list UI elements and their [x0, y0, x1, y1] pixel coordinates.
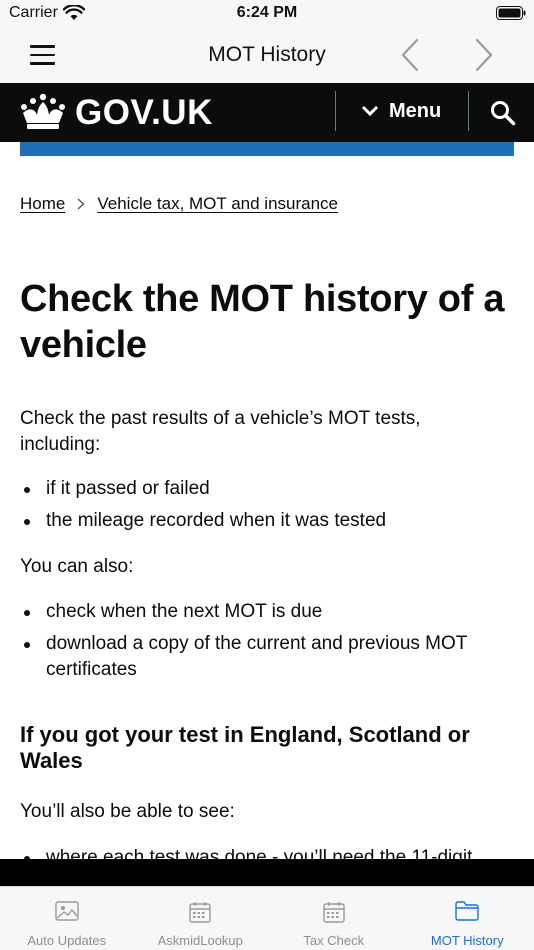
list-item: if it passed or failed — [20, 476, 500, 502]
list-item: download a copy of the current and previ… — [20, 631, 500, 683]
chevron-down-icon — [361, 105, 379, 117]
also-list: check when the next MOT is due download … — [20, 599, 500, 689]
tab-auto-updates[interactable]: Auto Updates — [0, 887, 134, 950]
app-nav-bar: MOT History — [0, 28, 534, 83]
results-list: if it passed or failed the mileage recor… — [20, 476, 500, 540]
tab-label: Auto Updates — [27, 933, 107, 948]
nav-title: MOT History — [208, 43, 326, 66]
breadcrumb-section-link[interactable]: Vehicle tax, MOT and insurance — [97, 194, 338, 214]
chevron-left-icon[interactable] — [400, 38, 420, 72]
header-divider — [468, 91, 469, 131]
list-item: the mileage recorded when it was tested — [20, 508, 500, 534]
header-divider — [335, 91, 336, 131]
status-time: 6:24 PM — [236, 4, 298, 21]
crown-icon[interactable] — [19, 93, 67, 131]
tab-mot-history[interactable]: MOT History — [401, 887, 534, 950]
calendar-icon — [323, 902, 345, 923]
tab-label: Tax Check — [303, 933, 365, 948]
status-bar: Carrier 6:24 PM — [0, 0, 534, 28]
section-heading: If you got your test in England, Scotlan… — [20, 722, 470, 773]
image-icon — [55, 901, 79, 921]
content-bottom-band — [0, 859, 534, 886]
chevron-right-icon — [77, 198, 85, 210]
page-content: Home Vehicle tax, MOT and insurance Chec… — [0, 156, 534, 859]
breadcrumb-home-link[interactable]: Home — [20, 194, 65, 214]
govuk-logotype[interactable]: GOV.UK — [75, 93, 213, 133]
list-item: check when the next MOT is due — [20, 599, 500, 625]
menu-button[interactable]: Menu — [347, 83, 457, 142]
folder-icon — [455, 901, 479, 921]
search-icon[interactable] — [490, 100, 516, 126]
see-text: You’ll also be able to see: — [20, 801, 235, 822]
chevron-right-icon[interactable] — [474, 38, 494, 72]
tab-label: AskmidLookup — [157, 933, 243, 948]
intro-text: Check the past results of a vehicle’s MO… — [20, 408, 421, 455]
page-title: Check the MOT history of a vehicle — [20, 278, 505, 366]
govuk-header: GOV.UK Menu — [0, 83, 534, 142]
tab-askmid-lookup[interactable]: AskmidLookup — [134, 887, 268, 950]
calendar-icon — [189, 902, 211, 923]
see-list: where each test was done - you’ll need t… — [20, 845, 500, 859]
battery-icon — [496, 6, 526, 20]
list-item: where each test was done - you’ll need t… — [20, 845, 500, 859]
tab-label: MOT History — [430, 933, 504, 948]
also-text: You can also: — [20, 556, 134, 577]
hamburger-menu-icon[interactable] — [30, 45, 55, 65]
menu-label: Menu — [389, 100, 442, 122]
tab-tax-check[interactable]: Tax Check — [267, 887, 401, 950]
breadcrumb: Home Vehicle tax, MOT and insurance — [20, 194, 338, 214]
tab-bar: Auto Updates AskmidLookup Tax Check MOT … — [0, 886, 534, 950]
header-blue-bar — [20, 142, 514, 156]
